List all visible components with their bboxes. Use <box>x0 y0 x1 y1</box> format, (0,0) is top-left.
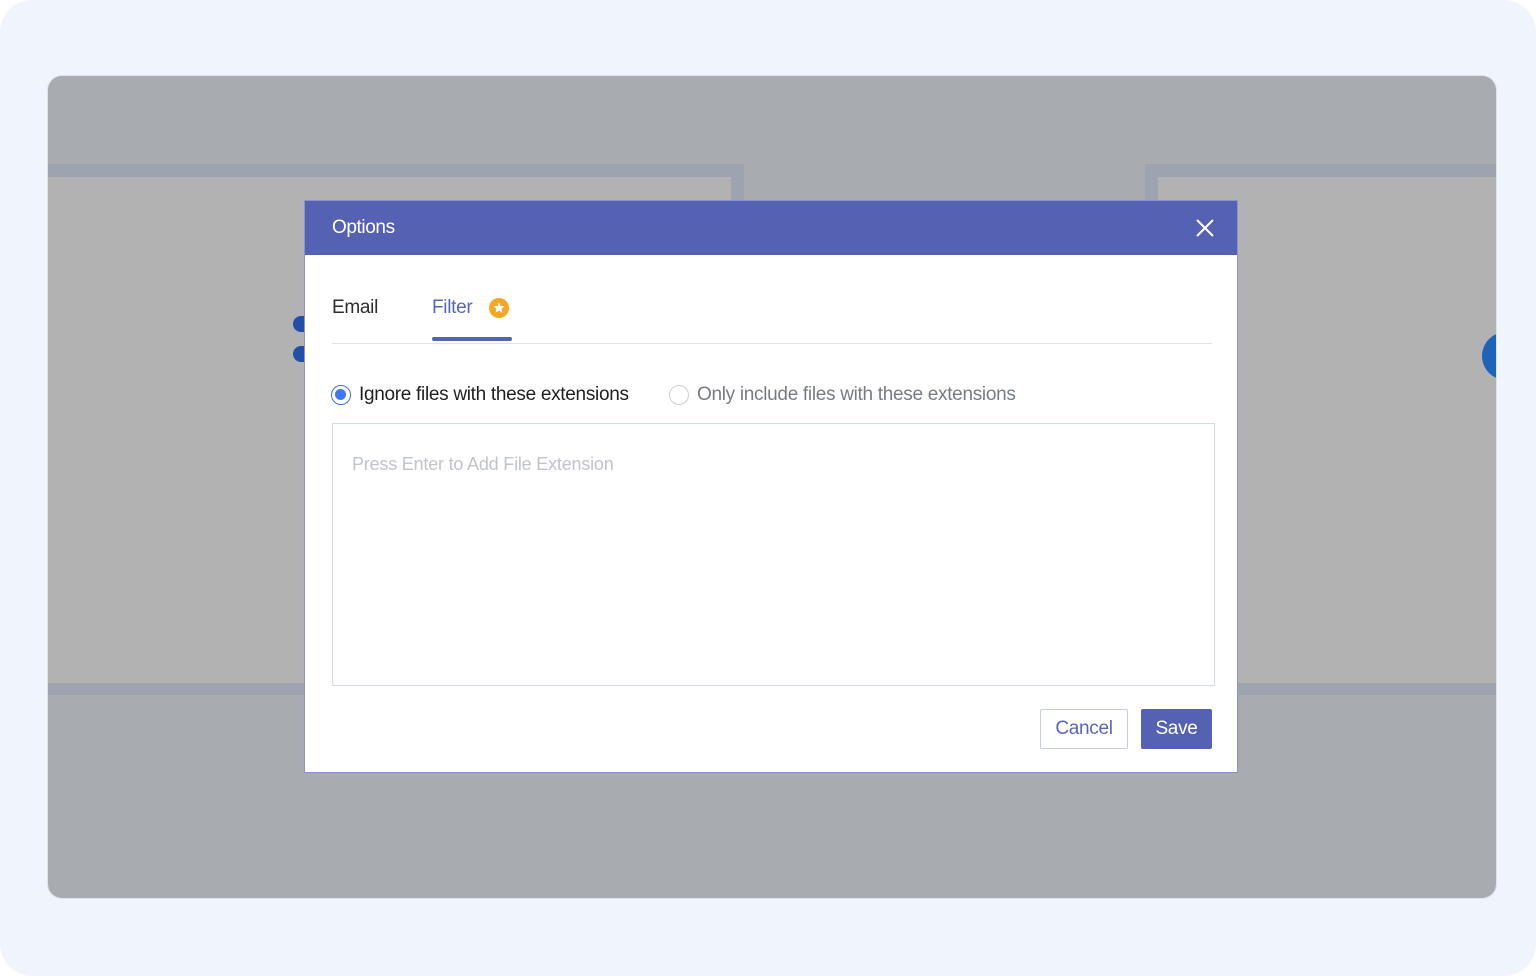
tab-bar: Email Filter <box>332 297 1212 344</box>
radio-ignore-label: Ignore files with these extensions <box>359 384 629 405</box>
file-extension-input[interactable] <box>332 423 1215 686</box>
options-dialog: Options Email Filter Ignore files with t… <box>304 200 1238 773</box>
radio-only-label: Only include files with these extensions <box>697 384 1016 405</box>
tab-email[interactable]: Email <box>332 297 378 319</box>
background-panel-border <box>1145 164 1496 177</box>
cancel-button[interactable]: Cancel <box>1040 709 1128 749</box>
save-button[interactable]: Save <box>1141 709 1212 749</box>
dialog-title: Options <box>332 217 395 238</box>
active-tab-indicator <box>432 337 512 341</box>
close-icon[interactable] <box>1193 216 1217 240</box>
dialog-header: Options <box>305 201 1237 255</box>
radio-button-unchecked[interactable] <box>669 385 689 405</box>
tab-filter[interactable]: Filter <box>432 297 473 319</box>
background-panel-border <box>48 164 744 177</box>
radio-button-checked[interactable] <box>331 385 351 405</box>
radio-only-include-extensions[interactable]: Only include files with these extensions <box>669 382 1016 408</box>
star-badge-icon <box>489 298 509 318</box>
radio-ignore-extensions[interactable]: Ignore files with these extensions <box>331 382 629 408</box>
